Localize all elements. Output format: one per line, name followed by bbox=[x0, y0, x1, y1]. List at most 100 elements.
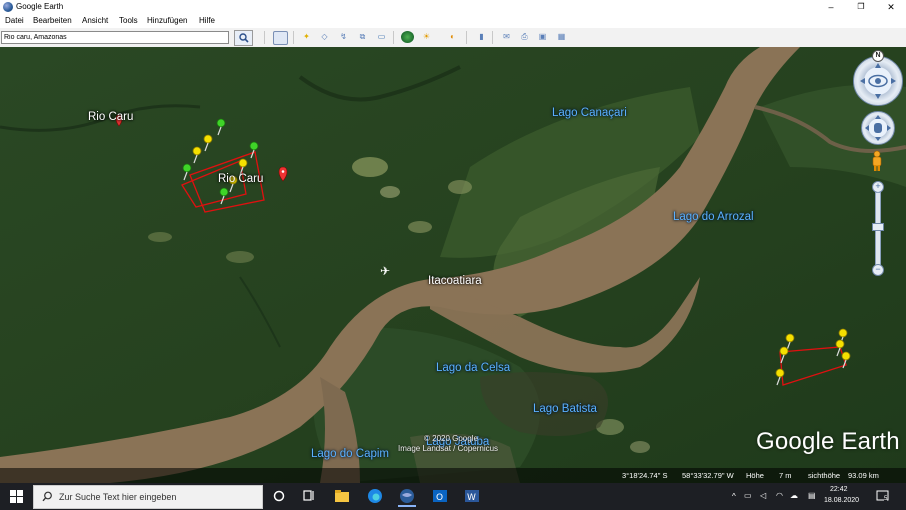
save-image-icon[interactable]: ▣ bbox=[536, 31, 549, 43]
toolbar-separator bbox=[293, 31, 294, 44]
maximize-button[interactable]: ❐ bbox=[846, 0, 876, 14]
menu-bar: Datei Bearbeiten Ansicht Tools Hinzufüge… bbox=[0, 14, 906, 28]
record-tour-icon[interactable]: ▭ bbox=[375, 31, 388, 43]
sidebar-toggle-icon[interactable] bbox=[273, 31, 288, 45]
volume-icon[interactable]: ◁ bbox=[760, 491, 766, 500]
image-overlay-icon[interactable]: ⧉ bbox=[356, 31, 369, 43]
search-icon bbox=[42, 491, 52, 502]
google-earth-logo: Google Earth bbox=[756, 428, 900, 455]
latitude-readout: 3°18'24.74" S bbox=[622, 471, 668, 480]
label-rio-caru-2[interactable]: Rio Caru bbox=[218, 173, 263, 185]
outlook-icon[interactable]: O bbox=[431, 487, 449, 505]
title-bar: Google Earth – ❐ ✕ bbox=[0, 0, 906, 14]
elevation-value: 7 m bbox=[779, 471, 792, 480]
pushpin-icon[interactable] bbox=[841, 351, 851, 369]
window-title: Google Earth bbox=[16, 2, 64, 11]
task-view-icon[interactable] bbox=[300, 487, 318, 505]
file-explorer-icon[interactable] bbox=[333, 487, 351, 505]
compass-north[interactable]: N bbox=[872, 50, 884, 62]
google-earth-app-icon bbox=[3, 2, 13, 12]
label-itacoatiara[interactable]: Itacoatiara bbox=[428, 275, 482, 287]
menu-datei[interactable]: Datei bbox=[5, 16, 24, 25]
map-view[interactable]: ✈ Rio Caru Rio Caru Lago Canaçari Lago d… bbox=[0, 47, 906, 483]
print-icon[interactable]: ⎙ bbox=[518, 31, 531, 43]
svg-text:W: W bbox=[467, 493, 476, 503]
pushpin-icon[interactable] bbox=[192, 146, 202, 164]
pushpin-icon[interactable] bbox=[203, 134, 213, 152]
notification-count: 5 bbox=[884, 496, 888, 502]
windows-taskbar: Zur Suche Text hier eingeben O W ^ ▭ ◁ ◠… bbox=[0, 483, 906, 510]
menu-hinzufuegen[interactable]: Hinzufügen bbox=[147, 16, 187, 25]
pushpin-icon[interactable] bbox=[182, 163, 192, 181]
location-marker-icon[interactable] bbox=[278, 166, 288, 182]
toolbar-separator bbox=[393, 31, 394, 44]
menu-hilfe[interactable]: Hilfe bbox=[199, 16, 215, 25]
menu-bearbeiten[interactable]: Bearbeiten bbox=[33, 16, 72, 25]
hand-icon bbox=[865, 115, 891, 141]
toolbar-separator bbox=[466, 31, 467, 44]
path-icon[interactable]: ↯ bbox=[337, 31, 350, 43]
notification-center-icon[interactable]: 5 bbox=[876, 489, 890, 503]
pushpin-icon[interactable] bbox=[249, 141, 259, 159]
search-input[interactable] bbox=[1, 31, 229, 44]
street-view-pegman-icon[interactable] bbox=[870, 150, 884, 172]
toolbar: ✦ ◇ ↯ ⧉ ▭ ☀ ◐ ▮ ✉ ⎙ ▣ ▦ bbox=[0, 28, 906, 48]
taskbar-search-placeholder: Zur Suche Text hier eingeben bbox=[59, 492, 177, 502]
google-earth-taskbar-icon[interactable] bbox=[398, 487, 416, 507]
ruler-icon[interactable]: ▮ bbox=[475, 31, 488, 43]
zoom-out-button[interactable]: − bbox=[872, 264, 884, 276]
sun-icon[interactable]: ☀ bbox=[420, 31, 433, 43]
airport-icon[interactable]: ✈ bbox=[380, 264, 390, 278]
pushpin-icon[interactable] bbox=[779, 346, 789, 364]
magnifier-icon bbox=[238, 33, 249, 43]
cortana-icon[interactable] bbox=[270, 487, 288, 505]
planets-icon[interactable]: ◐ bbox=[446, 31, 459, 43]
word-icon[interactable]: W bbox=[463, 487, 481, 505]
menu-ansicht[interactable]: Ansicht bbox=[82, 16, 108, 25]
label-lago-do-arrozal[interactable]: Lago do Arrozal bbox=[673, 211, 754, 223]
taskbar-search-box[interactable]: Zur Suche Text hier eingeben bbox=[33, 485, 263, 509]
wifi-icon[interactable]: ◠ bbox=[776, 491, 783, 500]
label-lago-da-celsa[interactable]: Lago da Celsa bbox=[436, 362, 510, 374]
look-joystick[interactable] bbox=[853, 56, 903, 106]
minimize-button[interactable]: – bbox=[816, 0, 846, 14]
svg-text:O: O bbox=[436, 493, 443, 503]
label-rio-caru[interactable]: Rio Caru bbox=[88, 111, 133, 123]
menu-tools[interactable]: Tools bbox=[119, 16, 138, 25]
taskbar-date[interactable]: 18.08.2020 bbox=[824, 497, 859, 504]
battery-icon[interactable]: ▭ bbox=[744, 491, 752, 500]
close-button[interactable]: ✕ bbox=[876, 0, 906, 14]
historical-imagery-icon[interactable] bbox=[401, 31, 414, 43]
eye-altitude-value: 93.09 km bbox=[848, 471, 879, 480]
elevation-label: Höhe bbox=[746, 471, 764, 480]
pushpin-icon[interactable] bbox=[219, 187, 229, 205]
edge-browser-icon[interactable] bbox=[366, 487, 384, 505]
pushpin-icon[interactable] bbox=[216, 118, 226, 136]
label-lago-batista[interactable]: Lago Batista bbox=[533, 403, 597, 415]
zoom-slider[interactable]: + − bbox=[872, 181, 884, 277]
pushpin-icon[interactable] bbox=[775, 368, 785, 386]
pushpin-icon[interactable] bbox=[785, 333, 795, 351]
eye-icon bbox=[860, 63, 896, 99]
toolbar-separator bbox=[264, 31, 265, 44]
move-joystick[interactable] bbox=[861, 111, 895, 145]
show-hidden-icons-icon[interactable]: ^ bbox=[732, 492, 736, 501]
windows-start-icon[interactable] bbox=[10, 490, 23, 503]
taskbar-time[interactable]: 22:42 bbox=[830, 486, 848, 493]
eye-altitude-label: sichthöhe bbox=[808, 471, 841, 480]
email-icon[interactable]: ✉ bbox=[500, 31, 513, 43]
zoom-thumb[interactable] bbox=[872, 223, 884, 231]
label-lago-do-capim[interactable]: Lago do Capim bbox=[311, 448, 389, 460]
svg-text:✈: ✈ bbox=[380, 264, 390, 278]
google-maps-icon[interactable]: ▦ bbox=[555, 31, 568, 43]
longitude-readout: 58°33'32.79" W bbox=[682, 471, 734, 480]
status-bar: 3°18'24.74" S 58°33'32.79" W Höhe 7 m si… bbox=[0, 468, 906, 483]
toolbar-separator bbox=[492, 31, 493, 44]
keyboard-icon[interactable]: ▤ bbox=[808, 491, 816, 500]
search-button[interactable] bbox=[234, 30, 253, 46]
placemark-icon[interactable]: ✦ bbox=[300, 31, 313, 43]
label-lago-canacari[interactable]: Lago Canaçari bbox=[552, 107, 627, 119]
attribution-copyright: © 2020 Google bbox=[424, 434, 478, 443]
onedrive-cloud-icon[interactable]: ☁ bbox=[790, 491, 798, 500]
polygon-icon[interactable]: ◇ bbox=[318, 31, 331, 43]
